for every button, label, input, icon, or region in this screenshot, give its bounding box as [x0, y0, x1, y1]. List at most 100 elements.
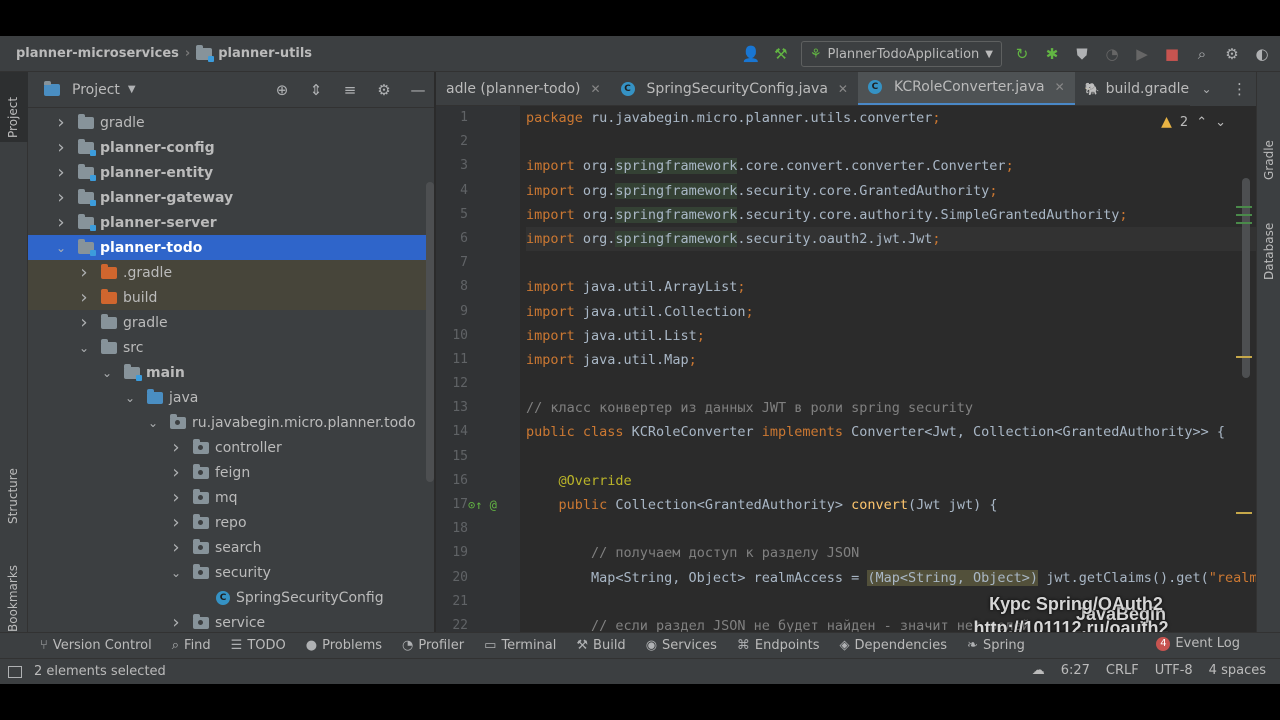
code-line[interactable]: 6 import org.springframework.security.oau…: [460, 226, 1256, 252]
collapse-all-icon[interactable]: ≡: [340, 80, 360, 100]
tree-row-mq[interactable]: › mq: [28, 485, 434, 510]
chevron-down-icon[interactable]: ⌄: [169, 566, 183, 580]
tool-window-services[interactable]: ◉ Services: [646, 638, 717, 653]
ide-logo-icon[interactable]: ◐: [1252, 44, 1272, 64]
editor-tab[interactable]: adle (planner-todo) ✕: [436, 72, 611, 105]
code-line[interactable]: 13// класс конвертер из данных JWT в рол…: [452, 396, 1256, 420]
line-number[interactable]: 18: [436, 517, 468, 541]
line-number[interactable]: 19: [436, 541, 468, 565]
tree-row-controller[interactable]: › controller: [28, 435, 434, 460]
code-line[interactable]: 20 Map<String, Object> realmAccess = (Ma…: [452, 566, 1256, 590]
tree-row-planner-todo[interactable]: ⌄ planner-todo: [28, 235, 434, 260]
tree-row-gradle[interactable]: › gradle: [28, 310, 434, 335]
stop-icon[interactable]: ■: [1162, 44, 1182, 64]
line-number[interactable]: 8: [436, 275, 468, 299]
chevron-right-icon[interactable]: ›: [77, 312, 91, 333]
editor-tab[interactable]: C KCRoleConverter.java ✕: [857, 72, 1075, 105]
warning-marker[interactable]: [1236, 356, 1252, 358]
chevron-down-icon[interactable]: ▼: [128, 84, 136, 95]
tree-row-planner-gateway[interactable]: › planner-gateway: [28, 185, 434, 210]
locate-target-icon[interactable]: ⊕: [272, 80, 292, 100]
chevron-right-icon[interactable]: ›: [77, 262, 91, 283]
code-line[interactable]: 4 import org.springframework.security.cor…: [460, 179, 1256, 203]
chevron-right-icon[interactable]: ›: [169, 512, 183, 533]
tool-window-problems[interactable]: ● Problems: [306, 638, 382, 653]
tool-window-todo[interactable]: ☰ TODO: [231, 638, 286, 653]
chevron-up-icon[interactable]: ⌃: [1196, 115, 1207, 130]
tool-window-dependencies[interactable]: ◈ Dependencies: [840, 638, 948, 653]
tree-row-search[interactable]: › search: [28, 535, 434, 560]
project-panel-title[interactable]: Project: [72, 82, 120, 98]
line-number[interactable]: 1: [436, 106, 468, 130]
expand-all-icon[interactable]: ⇕: [306, 80, 326, 100]
code-line[interactable]: 8 import java.util.ArrayList;: [460, 275, 1256, 299]
search-icon[interactable]: ⌕: [1192, 44, 1212, 64]
tool-window-build[interactable]: ⚒ Build: [576, 638, 625, 653]
tree-row-gradle[interactable]: › .gradle: [28, 260, 434, 285]
line-number[interactable]: 22: [436, 614, 468, 632]
chevron-down-icon[interactable]: ⌄: [123, 391, 137, 405]
line-number[interactable]: 9: [436, 300, 468, 324]
chevron-right-icon[interactable]: ›: [54, 137, 68, 158]
code-line[interactable]: 1 package ru.javabegin.micro.planner.util…: [460, 106, 1256, 130]
hammer-build-icon[interactable]: ⚒: [771, 44, 791, 64]
gear-icon[interactable]: ⚙: [374, 80, 394, 100]
code-line[interactable]: 10 import java.util.List;: [452, 324, 1256, 348]
code-line[interactable]: 15: [452, 445, 1256, 469]
tool-window-terminal[interactable]: ▭ Terminal: [484, 638, 556, 653]
close-tab-icon[interactable]: ✕: [590, 82, 600, 96]
chevron-right-icon[interactable]: ›: [169, 537, 183, 558]
line-number[interactable]: 10: [436, 324, 468, 348]
chevron-down-icon[interactable]: ⌄: [54, 241, 68, 255]
chevron-down-icon[interactable]: ⌄: [1215, 115, 1226, 130]
event-log-button[interactable]: 4 Event Log: [1156, 636, 1240, 651]
project-scrollbar[interactable]: [426, 182, 434, 482]
line-separator[interactable]: CRLF: [1106, 663, 1139, 678]
line-number[interactable]: 12: [436, 372, 468, 396]
chevron-right-icon[interactable]: ›: [169, 437, 183, 458]
line-number[interactable]: 13: [436, 396, 468, 420]
tree-row-gradle[interactable]: › gradle: [28, 110, 434, 135]
chevron-down-icon[interactable]: ⌄: [100, 366, 114, 380]
rerun-icon[interactable]: ↻: [1012, 44, 1032, 64]
code-line[interactable]: 7: [460, 251, 1256, 275]
hide-minus-icon[interactable]: —: [408, 80, 428, 100]
tree-row-planner-config[interactable]: › planner-config: [28, 135, 434, 160]
code-line[interactable]: 19 // получаем доступ к разделу JSON: [452, 541, 1256, 565]
profiler-icon[interactable]: ◔: [1102, 44, 1122, 64]
code-line[interactable]: 2: [460, 130, 1256, 154]
tree-row-planner-server[interactable]: › planner-server: [28, 210, 434, 235]
line-number[interactable]: 16: [436, 469, 468, 493]
code-line[interactable]: 11 import java.util.Map;: [452, 348, 1256, 372]
chevron-right-icon[interactable]: ›: [54, 212, 68, 233]
override-gutter-icon[interactable]: ⊙↑ @: [468, 493, 497, 517]
caret-position[interactable]: 6:27: [1061, 663, 1090, 678]
editor-scrollbar[interactable]: [1242, 178, 1250, 378]
tool-window-find[interactable]: ⌕ Find: [172, 638, 211, 653]
chevron-down-icon[interactable]: ⌄: [77, 341, 91, 355]
code-line[interactable]: 12: [452, 372, 1256, 396]
tree-row-security[interactable]: ⌄ security: [28, 560, 434, 585]
tree-row-springsecurityconfig[interactable]: C SpringSecurityConfig: [28, 585, 434, 610]
code-line[interactable]: 5 import org.springframework.security.cor…: [460, 203, 1256, 227]
code-line[interactable]: 17 public Collection<GrantedAuthority> c…: [452, 493, 1256, 517]
breadcrumb-module[interactable]: planner-utils: [218, 46, 312, 61]
structure-stripe-label[interactable]: Structure: [6, 468, 20, 524]
chevron-right-icon[interactable]: ›: [54, 162, 68, 183]
code-editor[interactable]: 1 package ru.javabegin.micro.planner.util…: [436, 106, 1256, 632]
chevron-down-icon[interactable]: ⌄: [1197, 79, 1217, 99]
run-icon[interactable]: ▶: [1132, 44, 1152, 64]
close-tab-icon[interactable]: ✕: [1055, 80, 1065, 94]
line-number[interactable]: 3: [436, 154, 468, 178]
code-area[interactable]: 1 package ru.javabegin.micro.planner.util…: [452, 106, 1256, 632]
chevron-right-icon[interactable]: ›: [169, 612, 183, 633]
line-number[interactable]: 15: [436, 445, 468, 469]
warning-marker[interactable]: [1236, 512, 1252, 514]
chevron-right-icon[interactable]: ›: [54, 187, 68, 208]
tool-window-endpoints[interactable]: ⌘ Endpoints: [737, 638, 820, 653]
line-number[interactable]: 2: [436, 130, 468, 154]
inspection-widget[interactable]: ▲ 2 ⌃ ⌄: [1161, 114, 1226, 130]
line-number[interactable]: 7: [436, 251, 468, 275]
tree-row-repo[interactable]: › repo: [28, 510, 434, 535]
chevron-down-icon[interactable]: ⌄: [146, 416, 160, 430]
